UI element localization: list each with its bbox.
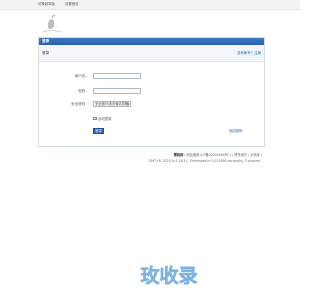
panel-header: 登录 bbox=[39, 38, 264, 45]
footer-line-1: 樱桃网 ( 网站备案 ICP备00000000号-1 | 联系我们 | 手机版 … bbox=[174, 153, 262, 157]
footer-links[interactable]: ( 网站备案 ICP备00000000号-1 | 联系我们 | 手机版 ) bbox=[184, 153, 262, 157]
security-question-label: 安全提问： bbox=[71, 102, 89, 106]
username-label: 用户名： bbox=[74, 74, 89, 78]
password-input[interactable] bbox=[93, 88, 141, 94]
site-logo[interactable] bbox=[39, 14, 65, 36]
register-link[interactable]: 没有帐号？注册 bbox=[237, 51, 261, 55]
login-title: 登录 bbox=[42, 51, 50, 55]
login-button[interactable]: 登录 bbox=[93, 128, 104, 134]
security-question-value: 安全提问(未设置请忽略) bbox=[95, 102, 130, 106]
panel-header-title: 登录 bbox=[42, 39, 50, 44]
chevron-down-icon: ▾ bbox=[127, 102, 129, 106]
auto-login-label: 自动登录 bbox=[98, 116, 112, 121]
watermark-text: 玫收录 bbox=[140, 264, 197, 287]
footer-line-2: GMT+8, 2023-9-4 13:31 , Processed in 0.0… bbox=[148, 159, 262, 163]
set-homepage-link[interactable]: 设置首页 bbox=[65, 2, 79, 6]
password-label: 密码： bbox=[78, 89, 89, 93]
watermark-logo: 玫收录 bbox=[140, 264, 198, 287]
security-question-select[interactable]: 安全提问(未设置请忽略) ▾ bbox=[93, 101, 131, 107]
logo-icon bbox=[42, 15, 62, 33]
switch-width-link[interactable]: 切换到窄版 bbox=[38, 2, 55, 6]
panel-subheader: 登录 没有帐号？注册 bbox=[39, 45, 264, 62]
forgot-password-link[interactable]: 找回密码 bbox=[229, 129, 243, 133]
footer-brand: 樱桃网 bbox=[173, 153, 184, 157]
top-bar: 切换到窄版 设置首页 bbox=[0, 0, 300, 10]
auto-login-checkbox[interactable] bbox=[93, 116, 97, 120]
login-panel: 登录 登录 没有帐号？注册 用户名： 密码： 安全提问： 安全提问(未设置请忽略… bbox=[38, 37, 265, 147]
username-input[interactable] bbox=[93, 73, 141, 79]
